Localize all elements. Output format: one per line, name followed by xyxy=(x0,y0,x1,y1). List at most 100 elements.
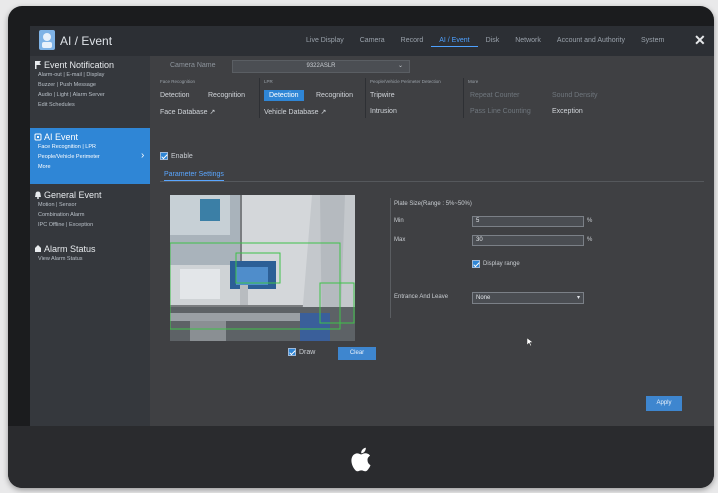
max-percent: % xyxy=(587,237,593,243)
sidebar-item-buzzer[interactable]: Buzzer | Push Message xyxy=(30,80,150,90)
nav-network[interactable]: Network xyxy=(507,35,549,47)
camera-select-value: 9322ASLR xyxy=(306,63,336,69)
sidebar-item-perimeter[interactable]: People/Vehicle Perimeter xyxy=(30,152,150,162)
sidebar: Event Notification Alarm-out | E-mail | … xyxy=(30,56,150,430)
sidebar-item-audio[interactable]: Audio | Light | Alarm Server xyxy=(30,90,150,100)
nvr-screen: AI / Event Live Display Camera Record AI… xyxy=(30,26,714,430)
intrusion-tab[interactable]: Intrusion xyxy=(370,108,397,115)
lpr-recognition-tab[interactable]: Recognition xyxy=(316,92,353,99)
tab-parameter-settings[interactable]: Parameter Settings xyxy=(164,171,224,181)
group-face-recognition: Face Recognition Detection Recognition F… xyxy=(156,78,260,118)
monitor-chin xyxy=(8,426,714,488)
sidebar-item-edit-schedules[interactable]: Edit Schedules xyxy=(30,100,150,110)
chevron-down-icon: ▾ xyxy=(576,295,580,301)
sidebar-section-event-notification: Event Notification Alarm-out | E-mail | … xyxy=(30,60,150,124)
nav-live-display[interactable]: Live Display xyxy=(298,35,352,47)
sidebar-heading[interactable]: Event Notification xyxy=(30,60,150,70)
lpr-detection-tab[interactable]: Detection xyxy=(264,90,304,101)
enable-row[interactable]: Enable xyxy=(160,152,193,160)
sidebar-section-general-event: General Event Motion | Sensor Combinatio… xyxy=(30,190,150,240)
enable-label: Enable xyxy=(171,152,193,160)
sidebar-item-ipc-offline[interactable]: IPC Offline | Exception xyxy=(30,220,150,230)
page-title: AI / Event xyxy=(60,34,113,48)
group-lpr: LPR Detection Recognition Vehicle Databa… xyxy=(260,78,366,118)
sidebar-section-ai-event[interactable]: AI Event Face Recognition | LPR People/V… xyxy=(30,128,150,184)
top-bar: AI / Event Live Display Camera Record AI… xyxy=(30,26,714,56)
camera-name-label: Camera Name xyxy=(170,62,216,69)
display-range-checkbox[interactable] xyxy=(472,260,480,268)
nav-disk[interactable]: Disk xyxy=(478,35,508,47)
nav-record[interactable]: Record xyxy=(393,35,432,47)
plate-settings-panel: Plate Size(Range : 5%~50%) Min 5 % Max 3… xyxy=(376,198,706,318)
apple-logo-icon xyxy=(351,447,371,472)
main-nav: Live Display Camera Record AI / Event Di… xyxy=(298,35,672,47)
camera-scene xyxy=(170,195,355,341)
group-title: More xyxy=(468,79,479,84)
plate-size-label: Plate Size(Range : 5%~50%) xyxy=(394,201,472,207)
sidebar-heading[interactable]: General Event xyxy=(30,190,150,200)
max-label: Max xyxy=(394,237,406,243)
ai-event-logo-icon xyxy=(39,30,55,50)
exception-tab[interactable]: Exception xyxy=(552,108,583,115)
sidebar-item-alarm-out[interactable]: Alarm-out | E-mail | Display xyxy=(30,70,150,80)
panel-divider xyxy=(390,198,391,318)
face-database-link[interactable]: Face Database ↗ xyxy=(160,108,215,116)
sidebar-heading[interactable]: AI Event xyxy=(30,132,150,142)
sidebar-section-alarm-status: Alarm Status View Alarm Status xyxy=(30,244,150,274)
camera-preview[interactable] xyxy=(170,195,355,341)
min-input[interactable]: 5 xyxy=(472,216,584,227)
close-icon[interactable]: ✕ xyxy=(694,32,706,49)
entrance-leave-label: Entrance And Leave xyxy=(394,294,449,300)
monitor-bezel: AI / Event Live Display Camera Record AI… xyxy=(8,6,714,488)
tripwire-tab[interactable]: Tripwire xyxy=(370,92,395,99)
min-label: Min xyxy=(394,218,404,224)
group-perimeter: People/Vehicle Perimeter Detection Tripw… xyxy=(366,78,464,118)
sidebar-item-view-alarm-status[interactable]: View Alarm Status xyxy=(30,254,150,264)
flag-icon xyxy=(35,61,41,69)
mouse-cursor-icon xyxy=(527,338,533,346)
group-more: More Repeat Counter Sound Density Pass L… xyxy=(464,78,640,118)
pass-line-counting-tab[interactable]: Pass Line Counting xyxy=(470,108,531,115)
chevron-down-icon: ⌄ xyxy=(397,63,403,69)
clear-button[interactable]: Clear xyxy=(338,347,376,360)
display-range-row[interactable]: Display range xyxy=(472,260,520,268)
link-arrow-icon: ↗ xyxy=(320,109,327,116)
nav-camera[interactable]: Camera xyxy=(352,35,393,47)
draw-label: Draw xyxy=(299,348,316,356)
display-range-label: Display range xyxy=(483,261,520,267)
nav-system[interactable]: System xyxy=(633,35,672,47)
sidebar-item-motion-sensor[interactable]: Motion | Sensor xyxy=(30,200,150,210)
ai-chip-icon xyxy=(34,133,42,141)
enable-checkbox[interactable] xyxy=(160,152,168,160)
repeat-counter-tab[interactable]: Repeat Counter xyxy=(470,92,519,99)
chevron-right-icon: › xyxy=(141,150,145,161)
camera-select[interactable]: 9322ASLR ⌄ xyxy=(232,60,410,73)
function-groups: Face Recognition Detection Recognition F… xyxy=(150,78,714,120)
draw-checkbox[interactable] xyxy=(288,348,296,356)
nav-ai-event[interactable]: AI / Event xyxy=(431,35,478,47)
sound-density-tab[interactable]: Sound Density xyxy=(552,92,598,99)
nav-account-authority[interactable]: Account and Authority xyxy=(549,35,633,47)
face-detection-tab[interactable]: Detection xyxy=(160,92,190,99)
main-content: Camera Name 9322ASLR ⌄ Face Recognition … xyxy=(150,56,714,430)
face-recognition-tab[interactable]: Recognition xyxy=(208,92,245,99)
entrance-leave-select[interactable]: None ▾ xyxy=(472,292,584,304)
sidebar-item-face-lpr[interactable]: Face Recognition | LPR xyxy=(30,142,150,152)
group-title: LPR xyxy=(264,79,273,84)
group-title: Face Recognition xyxy=(160,79,196,84)
sidebar-heading[interactable]: Alarm Status xyxy=(30,244,150,254)
link-arrow-icon: ↗ xyxy=(209,109,216,116)
sidebar-item-more[interactable]: More xyxy=(30,162,150,172)
alarm-status-icon xyxy=(35,245,41,252)
bell-icon xyxy=(35,191,41,199)
camera-row: Camera Name 9322ASLR ⌄ xyxy=(150,59,714,75)
divider xyxy=(160,181,704,182)
draw-row[interactable]: Draw xyxy=(288,348,315,356)
min-percent: % xyxy=(587,218,593,224)
group-title: People/Vehicle Perimeter Detection xyxy=(370,79,441,84)
apply-button[interactable]: Apply xyxy=(646,396,682,411)
entrance-leave-value: None xyxy=(476,295,491,301)
max-input[interactable]: 30 xyxy=(472,235,584,246)
vehicle-database-link[interactable]: Vehicle Database ↗ xyxy=(264,108,326,116)
sidebar-item-combination-alarm[interactable]: Combination Alarm xyxy=(30,210,150,220)
